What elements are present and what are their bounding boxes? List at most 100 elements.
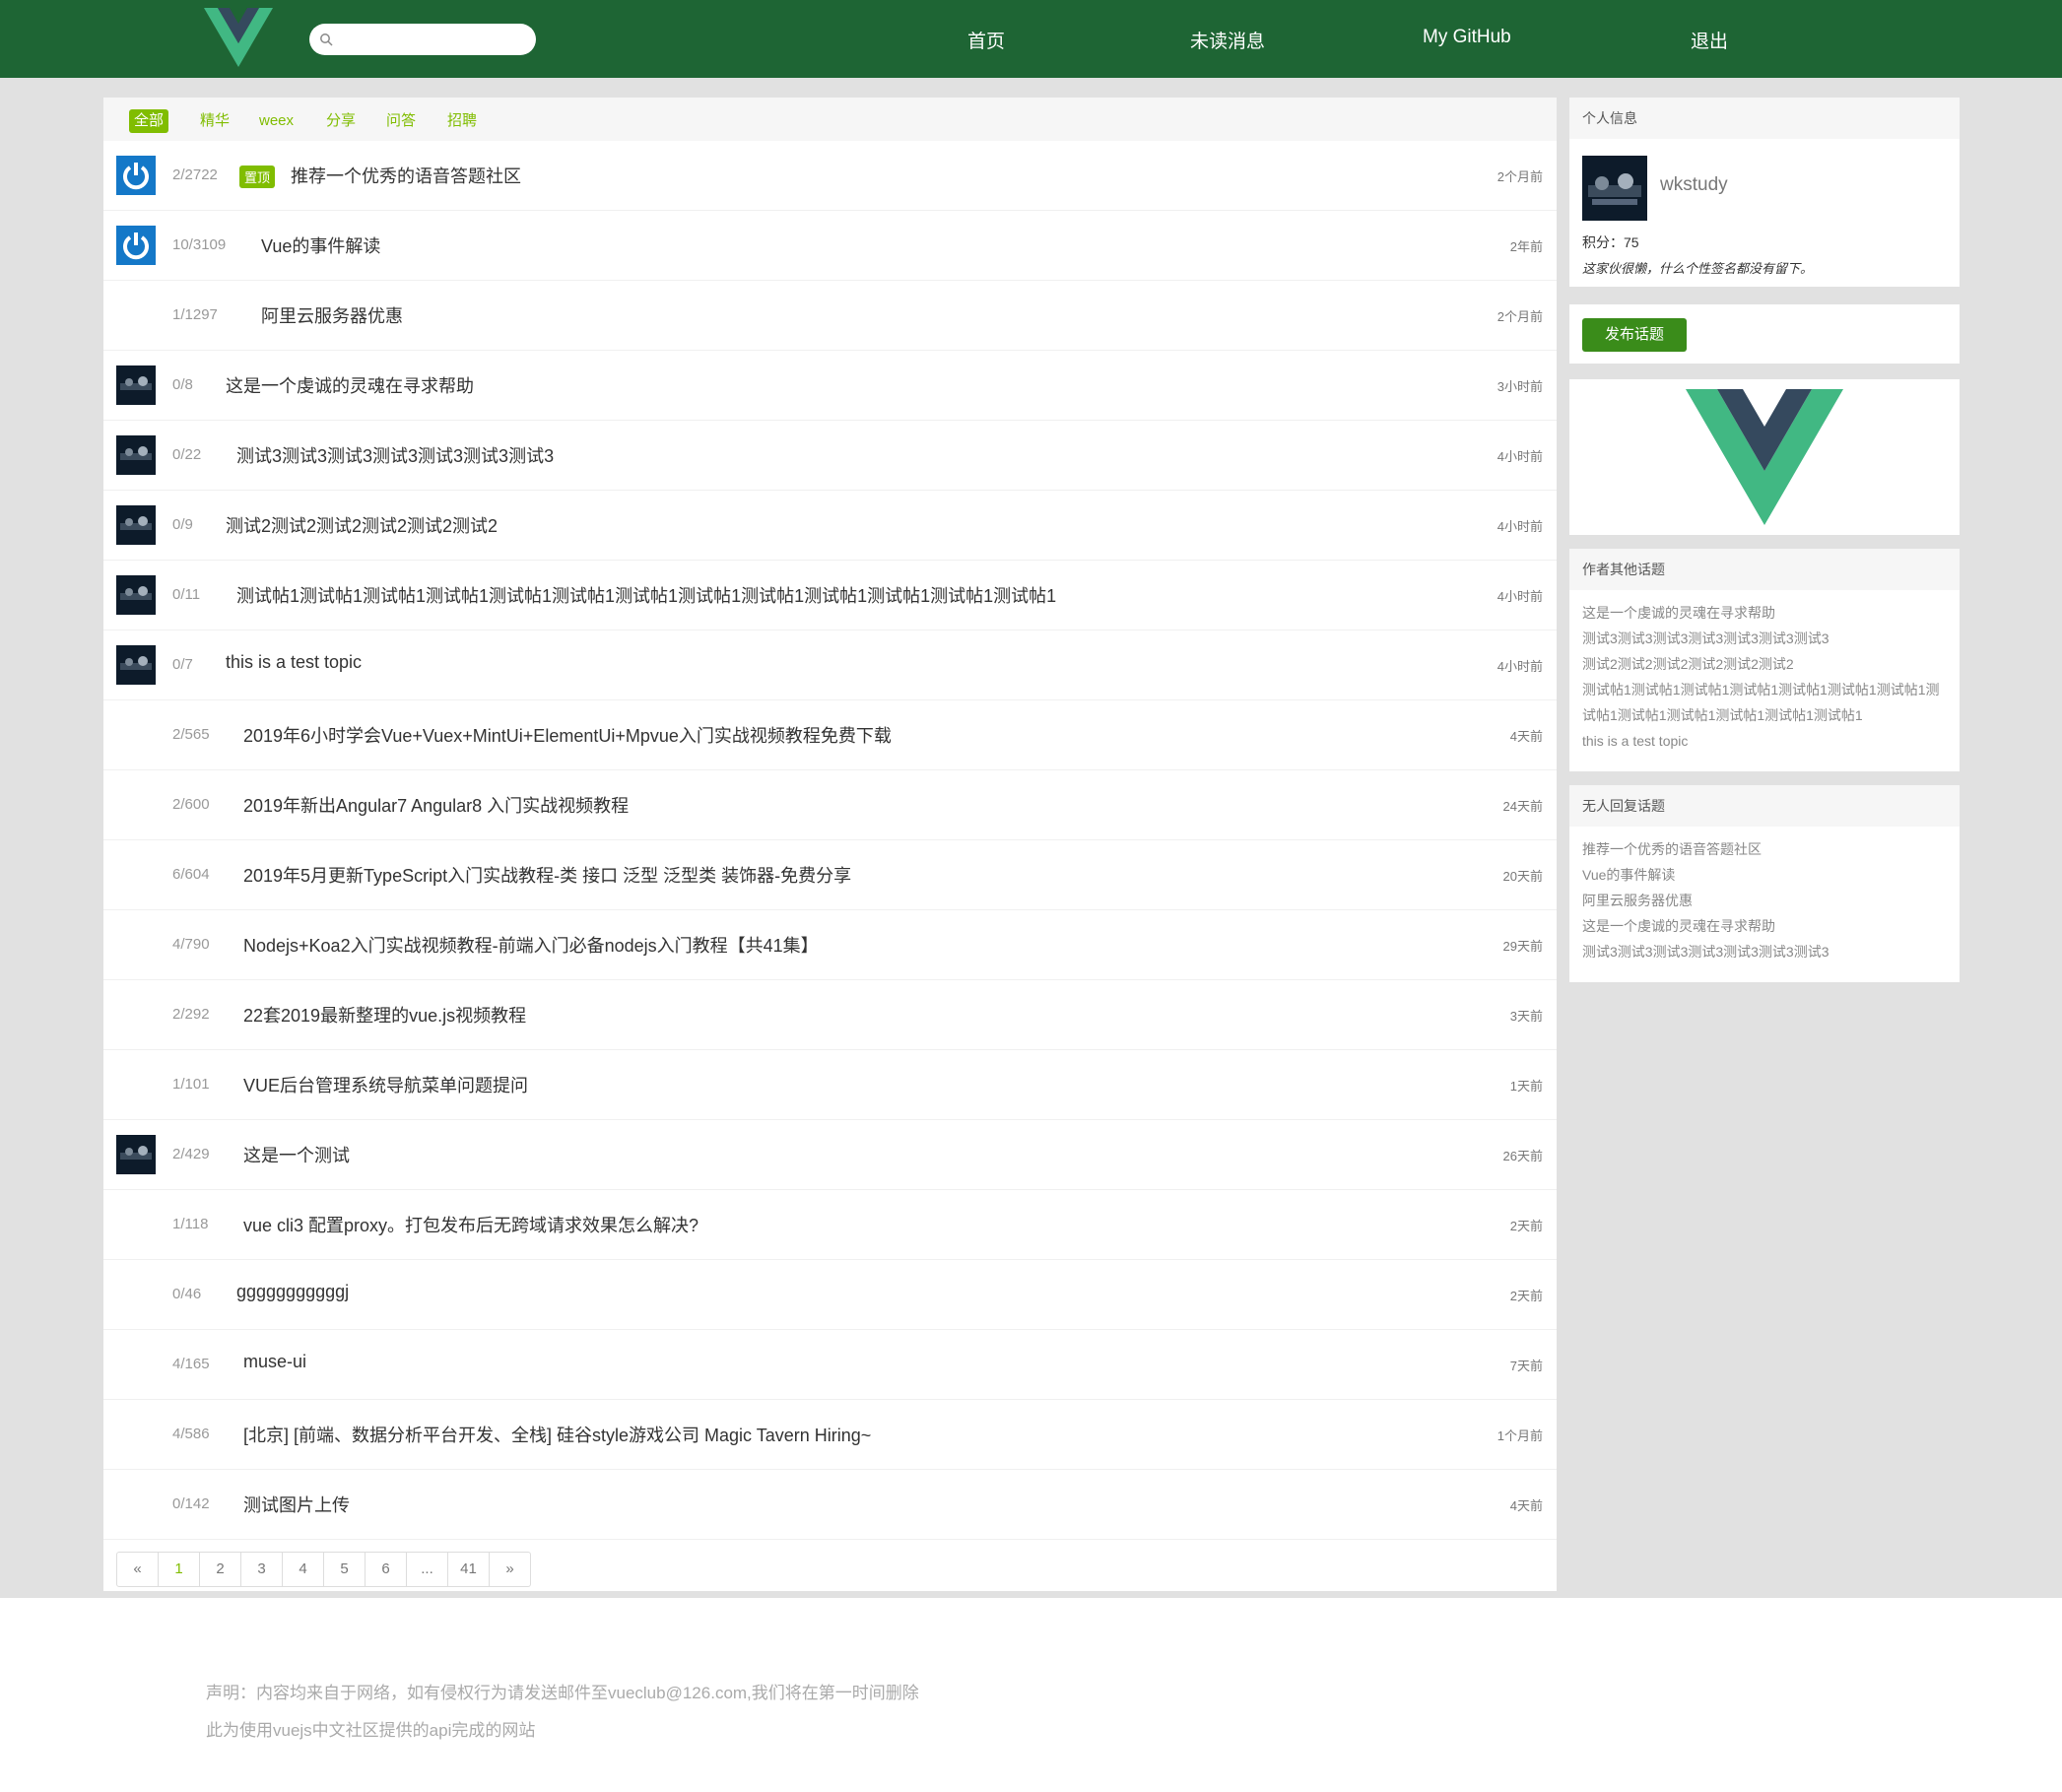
topic-title-link[interactable]: 测试图片上传 bbox=[243, 1492, 350, 1517]
topic-title-link[interactable]: 这是一个测试 bbox=[243, 1142, 350, 1167]
topic-title-link[interactable]: Vue的事件解读 bbox=[261, 232, 380, 258]
page-item[interactable]: 41 bbox=[447, 1553, 489, 1586]
topic-row[interactable]: 10/3109 Vue的事件解读 2年前 bbox=[103, 210, 1557, 280]
last-reply-time: 20天前 bbox=[1502, 869, 1543, 884]
topic-row[interactable]: 1/1297 阿里云服务器优惠 2个月前 bbox=[103, 280, 1557, 350]
topic-title-link[interactable]: 测试3测试3测试3测试3测试3测试3测试3 bbox=[236, 442, 554, 468]
topic-title-link[interactable]: 2019年5月更新TypeScript入门实战教程-类 接口 泛型 泛型类 装饰… bbox=[243, 862, 851, 888]
search-box[interactable] bbox=[309, 24, 536, 55]
reply-view-count: 2/429 bbox=[172, 1146, 210, 1162]
user-avatar-icon[interactable] bbox=[116, 435, 156, 475]
reply-view-count: 1/1297 bbox=[172, 306, 218, 323]
topic-title-link[interactable]: gggggggggggj bbox=[236, 1282, 349, 1302]
user-avatar-icon[interactable] bbox=[116, 505, 156, 545]
topic-row[interactable]: 2/292 22套2019最新整理的vue.js视频教程 3天前 bbox=[103, 979, 1557, 1049]
topic-row[interactable]: 0/46 gggggggggggj 2天前 bbox=[103, 1259, 1557, 1329]
user-avatar-icon[interactable] bbox=[116, 1135, 156, 1174]
topic-title-link[interactable]: 阿里云服务器优惠 bbox=[261, 302, 403, 328]
topic-title-link[interactable]: Nodejs+Koa2入门实战视频教程-前端入门必备nodejs入门教程【共41… bbox=[243, 932, 819, 958]
user-avatar-icon[interactable] bbox=[116, 645, 156, 685]
profile-panel: 个人信息 wkstudy 积分：75 这家伙很懒，什么个性签名都没有留下。 bbox=[1569, 98, 1960, 287]
topic-title-link[interactable]: 这是一个虔诚的灵魂在寻求帮助 bbox=[226, 372, 474, 398]
reply-view-count: 2/2722 bbox=[172, 166, 218, 183]
last-reply-time: 4天前 bbox=[1509, 729, 1543, 744]
page-item[interactable]: 2 bbox=[199, 1553, 240, 1586]
topic-title-link[interactable]: 推荐一个优秀的语音答题社区 bbox=[291, 163, 521, 188]
topic-row[interactable]: 0/142 测试图片上传 4天前 bbox=[103, 1469, 1557, 1539]
nav-home-link[interactable]: 首页 bbox=[967, 27, 1005, 53]
nav-github-link[interactable]: My GitHub bbox=[1423, 27, 1511, 48]
username[interactable]: wkstudy bbox=[1660, 174, 1728, 196]
sidebar-topic-link[interactable]: 阿里云服务器优惠 bbox=[1582, 888, 1947, 913]
topic-title-link[interactable]: this is a test topic bbox=[226, 652, 362, 673]
topic-row[interactable]: 1/118 vue cli3 配置proxy。打包发布后无跨域请求效果怎么解决? 2… bbox=[103, 1189, 1557, 1259]
tab-share[interactable]: 分享 bbox=[321, 109, 361, 133]
sidebar-topic-link[interactable]: 测试3测试3测试3测试3测试3测试3测试3 bbox=[1582, 626, 1947, 651]
topic-row[interactable]: 0/7 this is a test topic 4小时前 bbox=[103, 630, 1557, 699]
vue-logo-panel bbox=[1569, 379, 1960, 535]
topic-title-link[interactable]: muse-ui bbox=[243, 1352, 306, 1372]
page-item[interactable]: 3 bbox=[240, 1553, 282, 1586]
last-reply-time: 2年前 bbox=[1509, 239, 1543, 254]
user-avatar-icon[interactable] bbox=[116, 365, 156, 405]
topic-title-link[interactable]: 2019年6小时学会Vue+Vuex+MintUi+ElementUi+Mpvu… bbox=[243, 722, 892, 748]
tab-ask[interactable]: 问答 bbox=[381, 109, 421, 133]
page-item[interactable]: « bbox=[117, 1553, 158, 1586]
topic-row[interactable]: 4/165 muse-ui 7天前 bbox=[103, 1329, 1557, 1399]
reply-view-count: 0/9 bbox=[172, 516, 193, 533]
topic-row[interactable]: 2/2722 置顶 推荐一个优秀的语音答题社区 2个月前 bbox=[103, 141, 1557, 210]
topic-row[interactable]: 4/586 [北京] [前端、数据分析平台开发、全栈] 硅谷style游戏公司 M… bbox=[103, 1399, 1557, 1469]
topic-row[interactable]: 1/101 VUE后台管理系统导航菜单问题提问 1天前 bbox=[103, 1049, 1557, 1119]
topic-row[interactable]: 0/8 这是一个虔诚的灵魂在寻求帮助 3小时前 bbox=[103, 350, 1557, 420]
navbar: 首页 未读消息 My GitHub 退出 bbox=[0, 0, 2062, 78]
topic-row[interactable]: 0/9 测试2测试2测试2测试2测试2测试2 4小时前 bbox=[103, 490, 1557, 560]
topic-title-link[interactable]: [北京] [前端、数据分析平台开发、全栈] 硅谷style游戏公司 Magic … bbox=[243, 1422, 871, 1447]
nav-logout-link[interactable]: 退出 bbox=[1691, 27, 1728, 53]
tab-weex[interactable]: weex bbox=[254, 109, 299, 133]
topic-title-link[interactable]: vue cli3 配置proxy。打包发布后无跨域请求效果怎么解决? bbox=[243, 1212, 698, 1237]
topic-title-link[interactable]: 22套2019最新整理的vue.js视频教程 bbox=[243, 1002, 526, 1028]
vue-logo-icon[interactable] bbox=[204, 8, 273, 67]
sidebar-topic-link[interactable]: 测试3测试3测试3测试3测试3测试3测试3 bbox=[1582, 939, 1947, 964]
user-avatar-icon[interactable] bbox=[116, 575, 156, 615]
topic-title-link[interactable]: VUE后台管理系统导航菜单问题提问 bbox=[243, 1072, 528, 1097]
topic-row[interactable]: 2/429 这是一个测试 26天前 bbox=[103, 1119, 1557, 1189]
page-item[interactable]: » bbox=[489, 1553, 530, 1586]
power-icon[interactable] bbox=[116, 226, 156, 265]
topic-row[interactable]: 0/11 测试帖1测试帖1测试帖1测试帖1测试帖1测试帖1测试帖1测试帖1测试帖1… bbox=[103, 560, 1557, 630]
sidebar-topic-link[interactable]: 推荐一个优秀的语音答题社区 bbox=[1582, 836, 1947, 862]
page-item[interactable]: ... bbox=[406, 1553, 447, 1586]
publish-topic-button[interactable]: 发布话题 bbox=[1582, 318, 1687, 352]
nav-unread-link[interactable]: 未读消息 bbox=[1190, 27, 1265, 53]
reply-view-count: 10/3109 bbox=[172, 236, 227, 253]
sidebar-topic-link[interactable]: Vue的事件解读 bbox=[1582, 862, 1947, 888]
page-item[interactable]: 5 bbox=[323, 1553, 365, 1586]
user-avatar[interactable] bbox=[1582, 156, 1647, 221]
tab-all[interactable]: 全部 bbox=[129, 109, 169, 133]
topic-row[interactable]: 0/22 测试3测试3测试3测试3测试3测试3测试3 4小时前 bbox=[103, 420, 1557, 490]
topic-row[interactable]: 2/565 2019年6小时学会Vue+Vuex+MintUi+ElementUi… bbox=[103, 699, 1557, 769]
page-item[interactable]: 1 bbox=[158, 1553, 199, 1586]
reply-view-count: 0/7 bbox=[172, 656, 193, 673]
tab-good[interactable]: 精华 bbox=[195, 109, 234, 133]
topic-row[interactable]: 4/790 Nodejs+Koa2入门实战视频教程-前端入门必备nodejs入门教… bbox=[103, 909, 1557, 979]
topic-row[interactable]: 2/600 2019年新出Angular7 Angular8 入门实战视频教程 24… bbox=[103, 769, 1557, 839]
author-topics-title: 作者其他话题 bbox=[1569, 549, 1960, 590]
tab-job[interactable]: 招聘 bbox=[442, 109, 482, 133]
topic-title-link[interactable]: 测试帖1测试帖1测试帖1测试帖1测试帖1测试帖1测试帖1测试帖1测试帖1测试帖1… bbox=[236, 582, 1056, 608]
topic-title-link[interactable]: 2019年新出Angular7 Angular8 入门实战视频教程 bbox=[243, 792, 629, 818]
sidebar-topic-link[interactable]: 这是一个虔诚的灵魂在寻求帮助 bbox=[1582, 600, 1947, 626]
page-item[interactable]: 6 bbox=[365, 1553, 406, 1586]
user-score: 积分：75 bbox=[1582, 234, 1639, 250]
sidebar-topic-link[interactable]: 测试帖1测试帖1测试帖1测试帖1测试帖1测试帖1测试帖1测试帖1测试帖1测试帖1… bbox=[1582, 677, 1947, 728]
sidebar-topic-link[interactable]: 测试2测试2测试2测试2测试2测试2 bbox=[1582, 651, 1947, 677]
topic-title-link[interactable]: 测试2测试2测试2测试2测试2测试2 bbox=[226, 512, 498, 538]
topic-row[interactable]: 6/604 2019年5月更新TypeScript入门实战教程-类 接口 泛型 泛… bbox=[103, 839, 1557, 909]
sidebar-topic-link[interactable]: 这是一个虔诚的灵魂在寻求帮助 bbox=[1582, 913, 1947, 939]
footer-credit: 此为使用vuejs中文社区提供的api完成的网站 bbox=[206, 1721, 536, 1740]
search-input[interactable] bbox=[339, 28, 530, 53]
power-icon[interactable] bbox=[116, 156, 156, 195]
sidebar-topic-link[interactable]: this is a test topic bbox=[1582, 728, 1947, 754]
pinned-badge: 置顶 bbox=[239, 166, 276, 188]
page-item[interactable]: 4 bbox=[282, 1553, 323, 1586]
